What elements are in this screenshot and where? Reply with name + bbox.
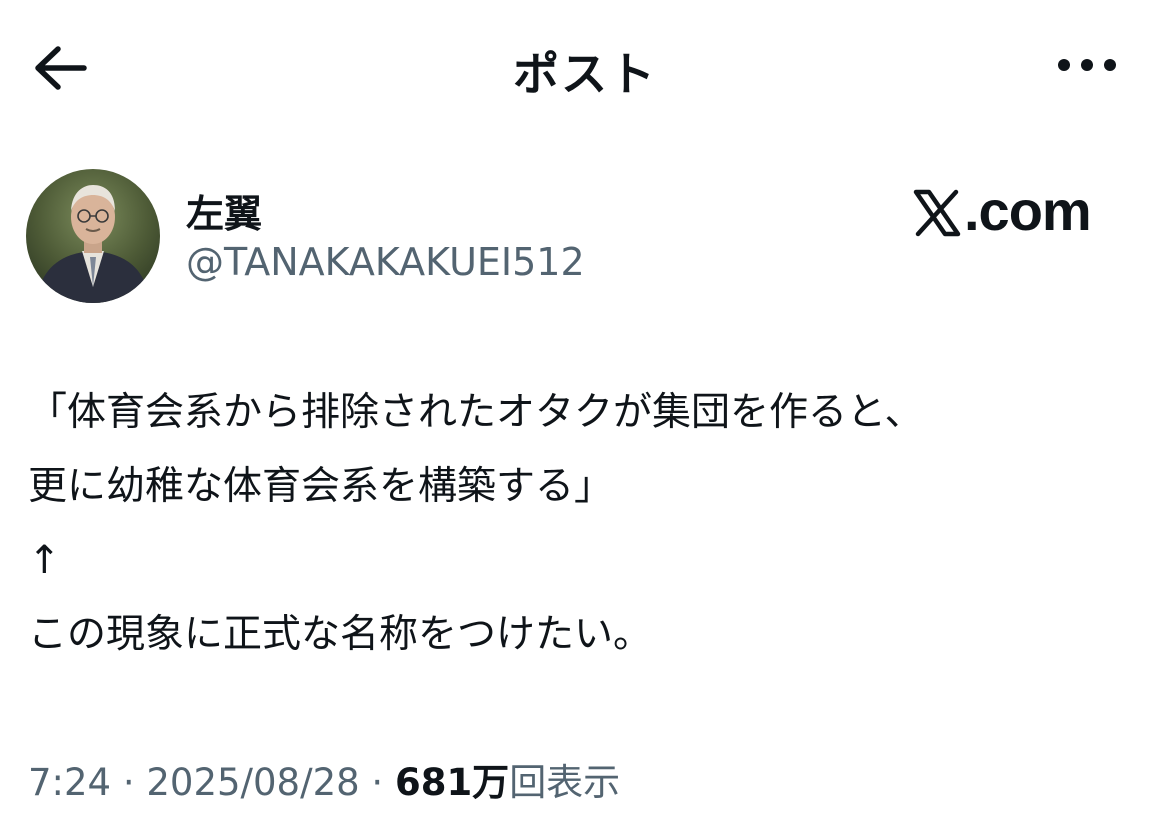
more-options-button[interactable] (1055, 50, 1119, 80)
post-date[interactable]: 2025/08/28 (146, 761, 359, 804)
views-count[interactable]: 681万 (395, 761, 509, 804)
page-title: ポスト (513, 47, 657, 101)
meta-separator: · (111, 761, 147, 804)
meta-separator: · (359, 761, 395, 804)
more-dots-icon (1058, 59, 1116, 71)
avatar-image (26, 169, 160, 303)
x-com-watermark: .com (912, 178, 1112, 251)
author-handle[interactable]: @TANAKAKAKUEI512 (186, 240, 585, 284)
watermark-text: .com (964, 179, 1092, 242)
tweet-line: ↑ (28, 538, 61, 583)
tweet-text: 「体育会系から排除されたオタクが集団を作ると、 更に幼稚な体育会系を構築する」 … (28, 376, 1148, 672)
post-page: ポスト 左翼 @TANAKAKAKUEI512 .com 「体育会系から排除され… (0, 0, 1170, 829)
header-bar: ポスト (0, 0, 1170, 132)
tweet-line: この現象に正式な名称をつけたい。 (28, 612, 653, 657)
views-label[interactable]: 回表示 (509, 761, 620, 804)
post-time[interactable]: 7:24 (28, 761, 111, 804)
post-metadata: 7:24 · 2025/08/28 · 681万回表示 (28, 752, 620, 806)
tweet-line: 更に幼稚な体育会系を構築する」 (28, 464, 614, 509)
avatar[interactable] (26, 169, 160, 303)
author-display-name[interactable]: 左翼 (186, 183, 262, 238)
tweet-line: 「体育会系から排除されたオタクが集団を作ると、 (28, 390, 924, 435)
x-logo-icon (912, 186, 962, 251)
